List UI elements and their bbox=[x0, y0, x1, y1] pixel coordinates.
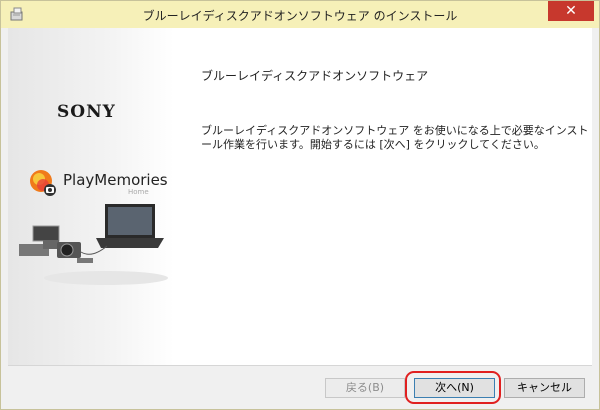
window-title: ブルーレイディスクアドオンソフトウェア のインストール bbox=[142, 9, 458, 23]
devices-illustration bbox=[19, 204, 168, 285]
product-subtitle: Home bbox=[128, 188, 149, 196]
button-divider bbox=[8, 365, 592, 366]
branding-panel: SONY PlayMemories Home bbox=[8, 28, 174, 365]
back-button[interactable]: 戻る(B) bbox=[325, 378, 405, 398]
page-heading: ブルーレイディスクアドオンソフトウェア bbox=[201, 69, 429, 83]
close-icon: ✕ bbox=[565, 3, 577, 19]
product-name: PlayMemories bbox=[63, 171, 168, 189]
next-button-highlight-ring bbox=[405, 371, 501, 404]
installer-window: ブルーレイディスクアドオンソフトウェア のインストール ✕ SONY PlayM… bbox=[0, 0, 600, 410]
sony-logo: SONY bbox=[57, 102, 116, 122]
close-button[interactable]: ✕ bbox=[548, 1, 594, 21]
instructions-text: ブルーレイディスクアドオンソフトウェア をお使いになる上で必要なインストール作業… bbox=[201, 124, 589, 151]
title-bar[interactable]: ブルーレイディスクアドオンソフトウェア のインストール ✕ bbox=[1, 1, 599, 28]
content-area: SONY PlayMemories Home ブルーレイディスクアドオンソフトウ… bbox=[8, 28, 592, 365]
cancel-button[interactable]: キャンセル bbox=[504, 378, 585, 398]
